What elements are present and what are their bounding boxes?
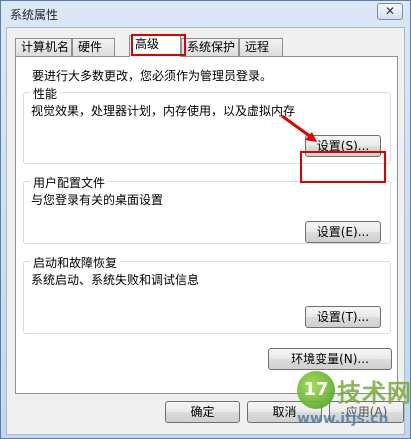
user-profiles-settings-button[interactable]: 设置(E)... <box>305 221 381 243</box>
tab-system-protection[interactable]: 系统保护 <box>181 38 239 56</box>
dialog-client-area: 计算机名 硬件 高级 系统保护 远程 要进行大多数更改，您必须作为管理员登录。 … <box>6 27 405 435</box>
startup-recovery-settings-button[interactable]: 设置(T)... <box>305 306 381 328</box>
window-title: 系统属性 <box>10 8 59 22</box>
cancel-button[interactable]: 取消 <box>247 401 322 423</box>
tab-remote[interactable]: 远程 <box>239 38 283 56</box>
apply-button[interactable]: 应用(A) <box>329 401 404 423</box>
system-properties-window: 系统属性 ✕ 计算机名 硬件 高级 系统保护 远程 要进行大多数更改，您必须作为… <box>0 0 411 439</box>
tab-hardware[interactable]: 硬件 <box>72 38 115 56</box>
close-icon: ✕ <box>384 4 396 18</box>
startup-recovery-group: 启动和故障恢复 系统启动、系统失败和调试信息 设置(T)... <box>23 254 391 334</box>
advanced-tab-panel: 要进行大多数更改，您必须作为管理员登录。 性能 视觉效果，处理器计划，内存使用，… <box>15 56 398 394</box>
admin-note: 要进行大多数更改，您必须作为管理员登录。 <box>32 69 273 83</box>
startup-recovery-description: 系统启动、系统失败和调试信息 <box>31 273 200 287</box>
close-button[interactable]: ✕ <box>377 3 403 20</box>
performance-group-title: 性能 <box>30 85 61 102</box>
user-profiles-group-title: 用户配置文件 <box>30 174 109 191</box>
tab-label: 高级 <box>135 37 160 51</box>
performance-description: 视觉效果，处理器计划，内存使用，以及虚拟内存 <box>31 104 296 118</box>
title-bar[interactable]: 系统属性 ✕ <box>1 1 410 27</box>
user-profiles-group: 用户配置文件 与您登录有关的桌面设置 设置(E)... <box>23 174 391 244</box>
startup-recovery-group-title: 启动和故障恢复 <box>30 254 121 271</box>
tab-label: 远程 <box>245 40 270 54</box>
ok-button[interactable]: 确定 <box>165 401 240 423</box>
user-profiles-description: 与您登录有关的桌面设置 <box>31 193 164 207</box>
tab-label: 系统保护 <box>187 40 236 54</box>
performance-group: 性能 视觉效果，处理器计划，内存使用，以及虚拟内存 设置(S)... <box>23 85 391 164</box>
tab-advanced[interactable]: 高级 <box>129 35 181 57</box>
environment-variables-button[interactable]: 环境变量(N)... <box>268 348 392 370</box>
tab-label: 计算机名 <box>21 40 70 54</box>
tab-computer-name[interactable]: 计算机名 <box>15 38 72 56</box>
tab-label: 硬件 <box>78 40 103 54</box>
performance-settings-button[interactable]: 设置(S)... <box>305 135 381 157</box>
